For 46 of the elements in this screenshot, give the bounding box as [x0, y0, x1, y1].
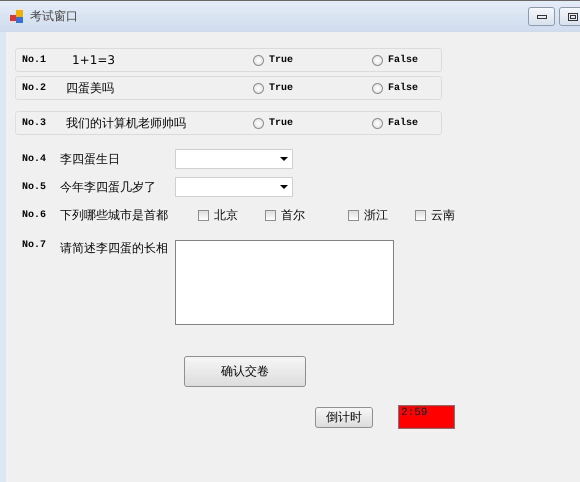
question-number: No.1: [21, 54, 48, 66]
checkbox-label: 浙江: [364, 206, 388, 224]
question-text: 1+1=3: [71, 53, 116, 67]
radio-label: True: [269, 54, 294, 66]
countdown-button[interactable]: 倒计时: [315, 406, 373, 428]
dropdown-arrow-icon: [280, 185, 288, 189]
question-number: No.2: [21, 82, 48, 94]
question-text: 四蛋美吗: [66, 80, 114, 96]
question-text: 请简述李四蛋的长相: [60, 240, 169, 257]
window-title: 考试窗口: [30, 8, 78, 25]
dropdown-arrow-icon: [280, 157, 288, 161]
app-icon: [10, 10, 24, 24]
radio-button[interactable]: [372, 54, 383, 66]
timer-display: 2:59: [398, 405, 455, 429]
maximize-button[interactable]: [559, 7, 580, 26]
checkbox-label: 云南: [431, 206, 455, 224]
answer-box[interactable]: [175, 240, 394, 325]
question-text: 今年李四蛋几岁了: [60, 178, 157, 196]
checkbox[interactable]: [265, 210, 276, 220]
minimize-icon: [536, 14, 546, 18]
radio-button[interactable]: [253, 118, 264, 128]
question-number: No.7: [21, 240, 48, 251]
submit-button[interactable]: 确认交卷: [184, 356, 306, 387]
maximize-icon: [568, 12, 578, 20]
question-number: No.5: [21, 182, 48, 192]
checkbox[interactable]: [415, 210, 426, 220]
radio-button[interactable]: [253, 82, 264, 94]
checkbox-label: 首尔: [281, 206, 305, 224]
checkbox-label: 北京: [214, 206, 238, 224]
checkbox[interactable]: [348, 210, 359, 220]
question-text: 李四蛋生日: [60, 150, 121, 168]
radio-label: True: [269, 82, 294, 94]
radio-button[interactable]: [372, 118, 383, 128]
question-text: 我们的计算机老师帅吗: [66, 114, 186, 132]
radio-label: False: [388, 54, 418, 66]
radio-button[interactable]: [372, 82, 383, 94]
question-number: No.4: [21, 154, 48, 164]
question-text: 下列哪些城市是首都: [60, 206, 169, 224]
checkbox[interactable]: [198, 210, 209, 220]
radio-label: False: [388, 82, 418, 94]
minimize-button[interactable]: [528, 7, 555, 26]
question-number: No.3: [21, 118, 48, 128]
radio-button[interactable]: [253, 54, 264, 66]
question-number: No.6: [21, 210, 48, 220]
radio-label: False: [388, 118, 418, 128]
radio-label: True: [269, 118, 294, 128]
